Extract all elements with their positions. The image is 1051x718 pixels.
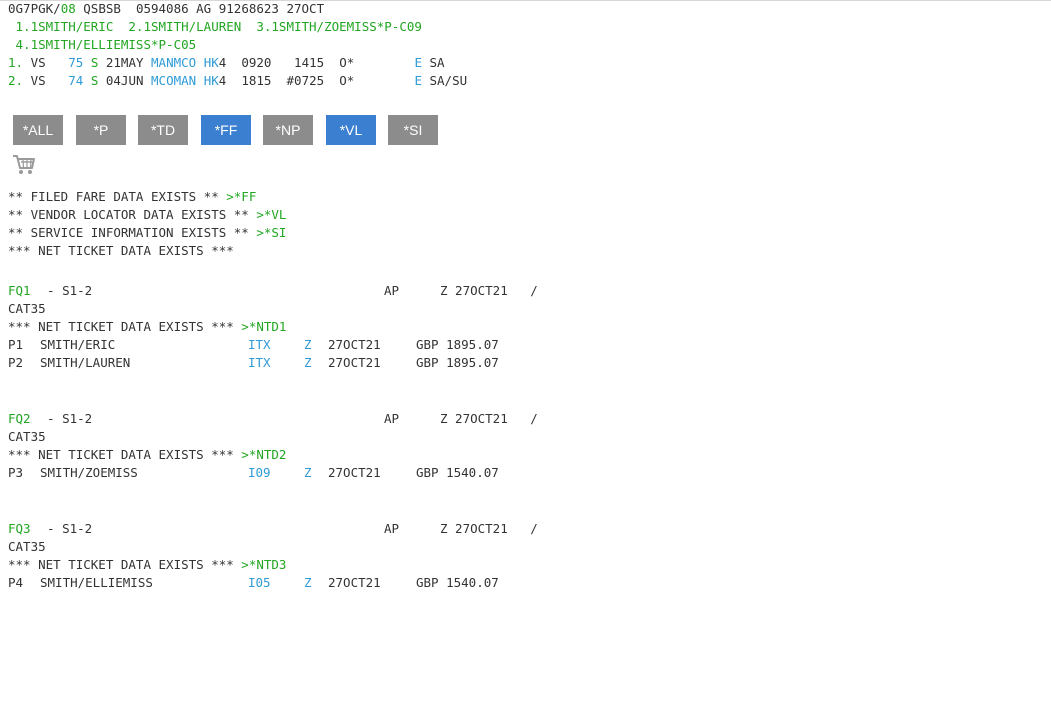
fare-quote-header: FQ3 - S1-2 AP Z 27OCT21 /	[8, 520, 538, 538]
net-ticket-line: *** NET TICKET DATA EXISTS *** >*NTD3	[8, 557, 287, 572]
segment-number: 2.	[8, 73, 24, 88]
segment-flight[interactable]: 75	[68, 55, 83, 70]
segment-city-pair[interactable]: MANMCO	[151, 55, 196, 70]
segment-airline: VS	[23, 73, 69, 88]
np-button[interactable]: *NP	[263, 115, 313, 145]
fare-passenger-row: P4 SMITH/ELLIEMISS I05 Z 27OCT21 GBP 154…	[8, 575, 499, 590]
segment-days: SA/SU	[421, 73, 468, 88]
ff-button[interactable]: *FF	[201, 115, 251, 145]
ntd-link[interactable]: >*NTD2	[241, 447, 286, 462]
segment-times: 4 0920 1415 O*	[218, 55, 415, 70]
segment-airline: VS	[23, 55, 69, 70]
fare-passenger-row: P2 SMITH/LAUREN ITX Z 27OCT21 GBP 1895.0…	[8, 355, 499, 370]
ntd-link[interactable]: >*NTD1	[241, 319, 286, 334]
notice-service-info: ** SERVICE INFORMATION EXISTS ** >*SI	[8, 225, 287, 240]
segment-e-flag: E	[414, 55, 422, 70]
notice-cmd-si[interactable]: >*SI	[256, 225, 286, 240]
segment-status: HK	[203, 55, 219, 70]
segment-status: HK	[203, 73, 219, 88]
fare-category: CAT35	[8, 301, 46, 316]
segment-date: 21MAY	[98, 55, 152, 70]
all-button[interactable]: *ALL	[13, 115, 63, 145]
passenger-names-line-2: 4.1SMITH/ELLIEMISS*P-C05	[8, 37, 197, 52]
segment-date: 04JUN	[98, 73, 152, 88]
notice-filed-fare: ** FILED FARE DATA EXISTS ** >*FF	[8, 189, 257, 204]
fare-quote-link[interactable]: FQ3	[8, 520, 31, 538]
si-button[interactable]: *SI	[388, 115, 438, 145]
ntd-link[interactable]: >*NTD3	[241, 557, 286, 572]
notice-cmd-ff[interactable]: >*FF	[226, 189, 256, 204]
fare-quote-header: FQ1 - S1-2 AP Z 27OCT21 /	[8, 282, 538, 300]
fare-category: CAT35	[8, 429, 46, 444]
pnr-header-info: QSBSB 0594086 AG 91268623 27OCT	[75, 1, 325, 16]
vl-button[interactable]: *VL	[326, 115, 376, 145]
segment-days: SA	[421, 55, 445, 70]
fare-quote-link[interactable]: FQ1	[8, 282, 31, 300]
segment-city-pair[interactable]: MCOMAN	[151, 73, 196, 88]
fare-quote-link[interactable]: FQ2	[8, 410, 31, 428]
segment-times: 4 1815 #0725 O*	[218, 73, 415, 88]
fare-category: CAT35	[8, 539, 46, 554]
p-button[interactable]: *P	[76, 115, 126, 145]
record-locator: 0G7PGK/	[8, 1, 61, 16]
fare-quote-header: FQ2 - S1-2 AP Z 27OCT21 /	[8, 410, 538, 428]
fare-passenger-row: P3 SMITH/ZOEMISS I09 Z 27OCT21 GBP 1540.…	[8, 465, 499, 480]
segment-flight[interactable]: 74	[68, 73, 83, 88]
terminal-screen: 0G7PGK/08 QSBSB 0594086 AG 91268623 27OC…	[0, 1, 1051, 636]
segment-row: 2. VS 74 S 04JUN MCOMAN HK4 1815 #0725 O…	[8, 72, 467, 90]
segment-row: 1. VS 75 S 21MAY MANMCO HK4 0920 1415 O*…	[8, 54, 445, 72]
passenger-names-line-1: 1.1SMITH/ERIC 2.1SMITH/LAUREN 3.1SMITH/Z…	[8, 19, 422, 34]
fare-passenger-row: P1 SMITH/ERIC ITX Z 27OCT21 GBP 1895.07	[8, 337, 499, 352]
notice-cmd-vl[interactable]: >*VL	[256, 207, 286, 222]
segment-e-flag: E	[414, 73, 422, 88]
notice-vendor-locator: ** VENDOR LOCATOR DATA EXISTS ** >*VL	[8, 207, 287, 222]
net-ticket-line: *** NET TICKET DATA EXISTS *** >*NTD1	[8, 319, 287, 334]
pnr-header: 0G7PGK/08 QSBSB 0594086 AG 91268623 27OC…	[8, 0, 324, 18]
td-button[interactable]: *TD	[138, 115, 188, 145]
segment-number: 1.	[8, 55, 24, 70]
net-ticket-line: *** NET TICKET DATA EXISTS *** >*NTD2	[8, 447, 287, 462]
shopping-cart-icon[interactable]	[12, 154, 36, 176]
segment-count: 08	[60, 1, 76, 16]
notice-net-ticket: *** NET TICKET DATA EXISTS ***	[8, 243, 234, 258]
